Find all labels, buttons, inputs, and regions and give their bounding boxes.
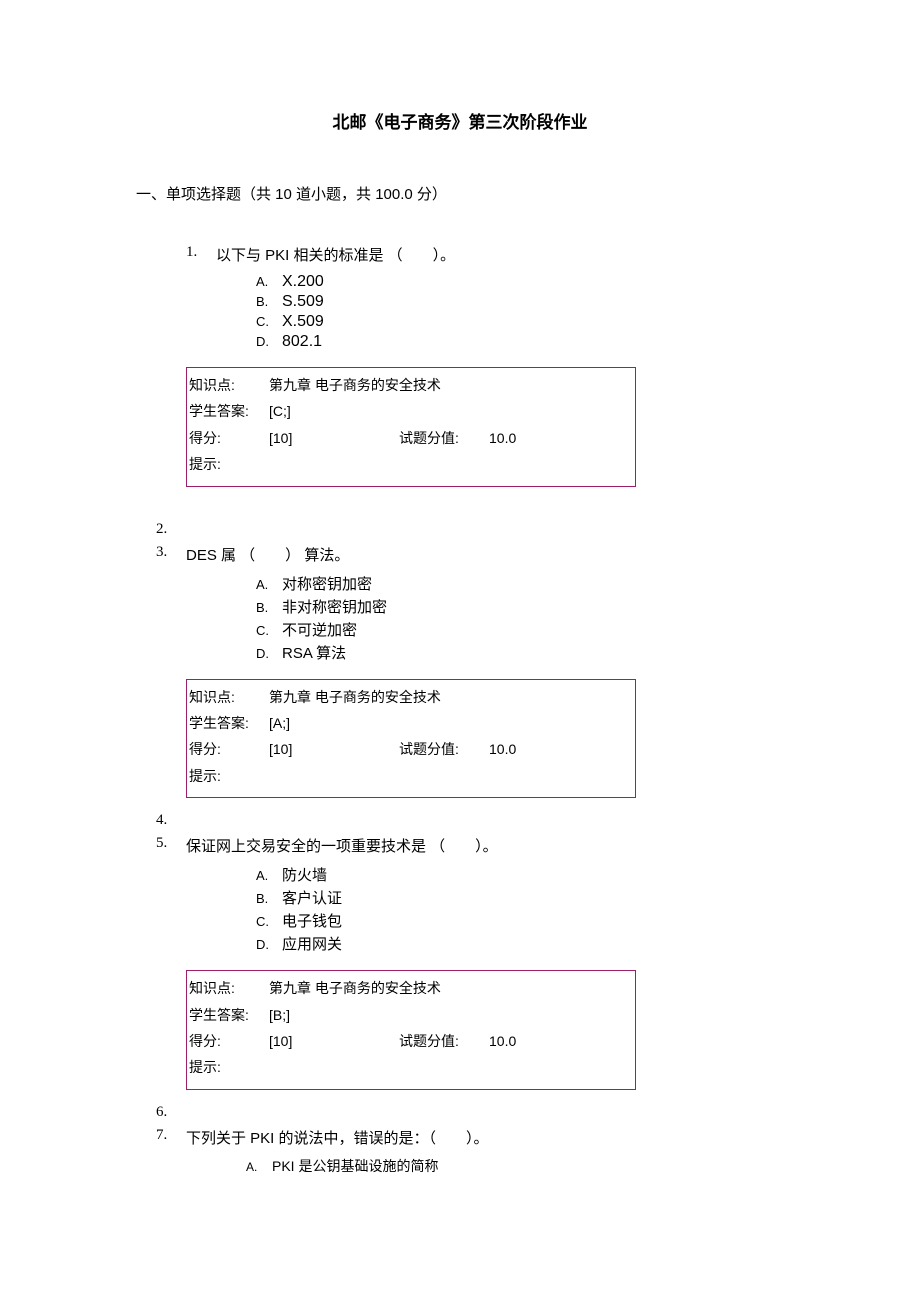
option-b: B. 客户认证 bbox=[256, 887, 920, 908]
option-letter: A. bbox=[256, 868, 282, 883]
option-letter: B. bbox=[256, 891, 282, 906]
score-label: 得分: bbox=[189, 427, 269, 449]
item-score-label: 试题分值: bbox=[399, 1030, 489, 1052]
option-letter: C. bbox=[256, 623, 282, 638]
student-answer-value: [A;] bbox=[269, 712, 290, 734]
option-letter: B. bbox=[256, 600, 282, 615]
option-text: S.509 bbox=[282, 293, 324, 311]
option-letter: D. bbox=[256, 937, 282, 952]
hint-label: 提示: bbox=[189, 765, 269, 787]
knowledge-value: 第九章 电子商务的安全技术 bbox=[269, 686, 441, 708]
score-value: [10] bbox=[269, 1030, 399, 1052]
options-list: A. PKI 是公钥基础设施的简称 bbox=[246, 1156, 920, 1176]
option-a: A. X.200 bbox=[256, 273, 920, 291]
option-text: X.200 bbox=[282, 273, 324, 291]
option-text: 电子钱包 bbox=[282, 910, 342, 931]
option-letter: D. bbox=[256, 646, 282, 661]
option-letter: C. bbox=[256, 314, 282, 329]
option-text: 802.1 bbox=[282, 333, 322, 351]
student-answer-value: [B;] bbox=[269, 1004, 290, 1026]
question-number: 1. bbox=[186, 244, 216, 265]
options-list: A. X.200 B. S.509 C. X.509 D. 802.1 bbox=[256, 273, 920, 351]
option-letter: D. bbox=[256, 334, 282, 349]
question-1: 1. 以下与 PKI 相关的标准是 （ ）。 A. X.200 B. S.509… bbox=[186, 244, 920, 487]
question-text: 以下与 PKI 相关的标准是 （ ）。 bbox=[216, 244, 920, 265]
student-answer-label: 学生答案: bbox=[189, 712, 269, 734]
option-c: C. 不可逆加密 bbox=[256, 619, 920, 640]
score-label: 得分: bbox=[189, 1030, 269, 1052]
student-answer-label: 学生答案: bbox=[189, 400, 269, 422]
option-letter: A. bbox=[256, 274, 282, 289]
page-title: 北邮《电子商务》第三次阶段作业 bbox=[0, 108, 920, 133]
knowledge-value: 第九章 电子商务的安全技术 bbox=[269, 374, 441, 396]
option-a: A. PKI 是公钥基础设施的简称 bbox=[246, 1156, 920, 1176]
option-text: RSA 算法 bbox=[282, 642, 346, 663]
knowledge-value: 第九章 电子商务的安全技术 bbox=[269, 977, 441, 999]
item-score-label: 试题分值: bbox=[399, 427, 489, 449]
item-score-value: 10.0 bbox=[489, 427, 629, 449]
option-c: C. X.509 bbox=[256, 313, 920, 331]
question-number: 7. bbox=[156, 1127, 186, 1148]
item-score-value: 10.0 bbox=[489, 738, 629, 760]
item-score-value: 10.0 bbox=[489, 1030, 629, 1052]
answer-box: 知识点: 第九章 电子商务的安全技术 学生答案: [B;] 得分: [10] 试… bbox=[186, 970, 636, 1090]
empty-number-6: 6. bbox=[156, 1104, 920, 1121]
section-header: 一、单项选择题（共 10 道小题，共 100.0 分） bbox=[136, 183, 920, 204]
knowledge-label: 知识点: bbox=[189, 374, 269, 396]
student-answer-value: [C;] bbox=[269, 400, 291, 422]
question-text: 下列关于 PKI 的说法中，错误的是：（ ）。 bbox=[186, 1127, 920, 1148]
option-b: B. 非对称密钥加密 bbox=[256, 596, 920, 617]
hint-label: 提示: bbox=[189, 453, 269, 475]
option-letter: B. bbox=[256, 294, 282, 309]
question-text: DES 属 （ ） 算法。 bbox=[186, 544, 920, 565]
empty-number-4: 4. bbox=[156, 812, 920, 829]
option-text: 应用网关 bbox=[282, 933, 342, 954]
option-d: D. 802.1 bbox=[256, 333, 920, 351]
option-letter: A. bbox=[256, 577, 282, 592]
question-text: 保证网上交易安全的一项重要技术是 （ ）。 bbox=[186, 835, 920, 856]
option-a: A. 对称密钥加密 bbox=[256, 573, 920, 594]
option-text: 客户认证 bbox=[282, 887, 342, 908]
answer-box: 知识点: 第九章 电子商务的安全技术 学生答案: [C;] 得分: [10] 试… bbox=[186, 367, 636, 487]
question-7: 7. 下列关于 PKI 的说法中，错误的是：（ ）。 bbox=[156, 1127, 920, 1148]
item-score-label: 试题分值: bbox=[399, 738, 489, 760]
knowledge-label: 知识点: bbox=[189, 686, 269, 708]
question-3: 3. DES 属 （ ） 算法。 bbox=[156, 544, 920, 565]
score-label: 得分: bbox=[189, 738, 269, 760]
option-d: D. RSA 算法 bbox=[256, 642, 920, 663]
option-text: X.509 bbox=[282, 313, 324, 331]
option-d: D. 应用网关 bbox=[256, 933, 920, 954]
option-a: A. 防火墙 bbox=[256, 864, 920, 885]
option-text: 对称密钥加密 bbox=[282, 573, 372, 594]
option-b: B. S.509 bbox=[256, 293, 920, 311]
student-answer-label: 学生答案: bbox=[189, 1004, 269, 1026]
hint-label: 提示: bbox=[189, 1056, 269, 1078]
knowledge-label: 知识点: bbox=[189, 977, 269, 999]
question-5: 5. 保证网上交易安全的一项重要技术是 （ ）。 bbox=[156, 835, 920, 856]
option-text: 防火墙 bbox=[282, 864, 327, 885]
answer-box: 知识点: 第九章 电子商务的安全技术 学生答案: [A;] 得分: [10] 试… bbox=[186, 679, 636, 799]
score-value: [10] bbox=[269, 738, 399, 760]
option-text: 不可逆加密 bbox=[282, 619, 357, 640]
empty-number-2: 2. bbox=[156, 521, 920, 538]
question-number: 5. bbox=[156, 835, 186, 856]
option-text: PKI 是公钥基础设施的简称 bbox=[272, 1156, 438, 1176]
question-number: 3. bbox=[156, 544, 186, 565]
option-letter: A. bbox=[246, 1160, 272, 1174]
option-c: C. 电子钱包 bbox=[256, 910, 920, 931]
options-list: A. 对称密钥加密 B. 非对称密钥加密 C. 不可逆加密 D. RSA 算法 bbox=[256, 573, 920, 663]
option-letter: C. bbox=[256, 914, 282, 929]
option-text: 非对称密钥加密 bbox=[282, 596, 387, 617]
score-value: [10] bbox=[269, 427, 399, 449]
options-list: A. 防火墙 B. 客户认证 C. 电子钱包 D. 应用网关 bbox=[256, 864, 920, 954]
